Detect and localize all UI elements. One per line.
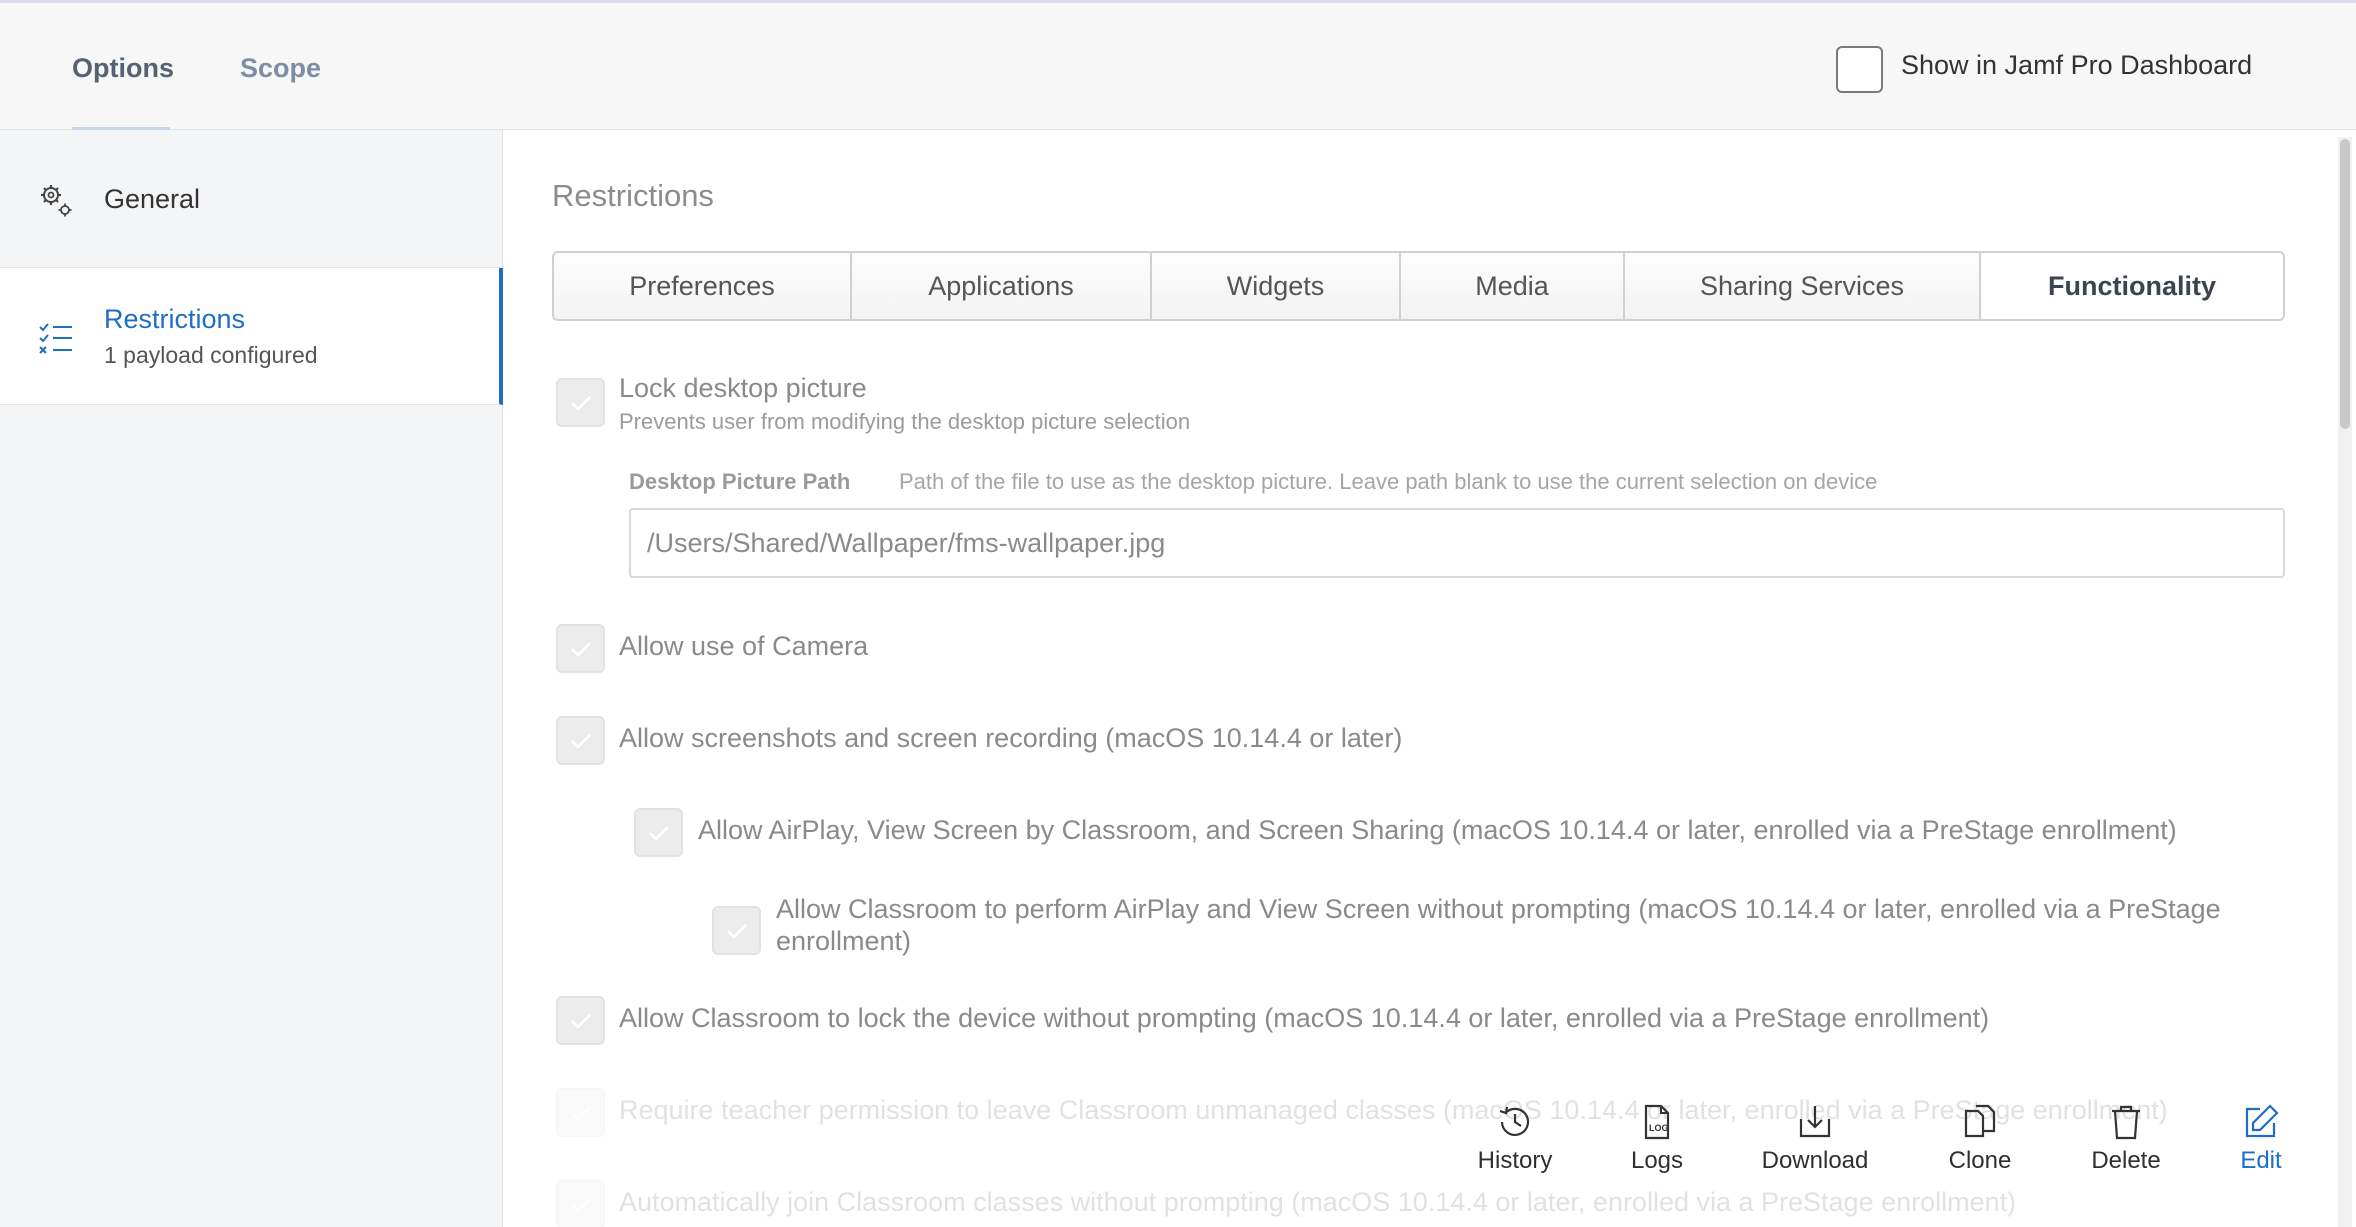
sidebar-item-general[interactable]: General: [0, 130, 503, 268]
auto-join-checkbox[interactable]: [556, 1180, 605, 1227]
edit-label: Edit: [2240, 1147, 2282, 1174]
classroom-airplay-label: Allow Classroom to perform AirPlay and V…: [776, 894, 2221, 956]
download-icon: [1799, 1106, 1831, 1138]
gear-icon: [41, 185, 72, 217]
sidebar-item-label: Restrictions: [104, 304, 246, 334]
download-button[interactable]: Download: [1750, 1103, 1880, 1175]
tab-media[interactable]: Media: [1401, 253, 1625, 319]
checkmark-icon: [649, 826, 669, 841]
auto-join-label: Automatically join Classroom classes wit…: [619, 1187, 2017, 1217]
tab-applications[interactable]: Applications: [852, 253, 1152, 319]
screenshots-label: Allow screenshots and screen recording (…: [619, 723, 1403, 753]
tab-sharing-services[interactable]: Sharing Services: [1625, 253, 1981, 319]
delete-button[interactable]: Delete: [2061, 1103, 2191, 1175]
section-title: Restrictions: [552, 178, 714, 213]
checkmark-icon: [727, 924, 747, 939]
logs-label: Logs: [1630, 1147, 1684, 1174]
clone-icon: [1964, 1104, 1996, 1138]
show-in-dashboard-label: Show in Jamf Pro Dashboard: [1901, 50, 2253, 80]
sidebar-item-label: General: [104, 184, 201, 214]
desktop-path-input[interactable]: [629, 508, 2285, 578]
checkmark-icon: [571, 1198, 591, 1213]
logs-icon: LOG: [1644, 1104, 1670, 1140]
checklist-icon: [39, 323, 72, 354]
checkmark-icon: [571, 1106, 591, 1121]
airplay-label: Allow AirPlay, View Screen by Classroom,…: [698, 815, 2177, 845]
history-button[interactable]: History: [1450, 1103, 1580, 1175]
lock-desktop-label: Lock desktop picture: [619, 373, 867, 403]
clone-button[interactable]: Clone: [1915, 1103, 2045, 1175]
checkmark-icon: [571, 1014, 591, 1029]
classroom-lock-checkbox[interactable]: [556, 996, 605, 1045]
desktop-path-description: Path of the file to use as the desktop p…: [899, 469, 1878, 494]
checkmark-icon: [571, 734, 591, 749]
payload-sidebar: General Restrictions 1 payload configure…: [0, 130, 503, 1227]
edit-button[interactable]: Edit: [2196, 1103, 2326, 1175]
camera-label: Allow use of Camera: [619, 631, 869, 661]
history-icon: [1499, 1106, 1530, 1136]
tab-functionality[interactable]: Functionality: [1981, 253, 2283, 319]
checkmark-icon: [571, 642, 591, 657]
classroom-lock-label: Allow Classroom to lock the device witho…: [619, 1003, 1990, 1033]
tab-widgets[interactable]: Widgets: [1152, 253, 1401, 319]
show-in-dashboard-checkbox[interactable]: [1836, 46, 1883, 93]
lock-desktop-description: Prevents user from modifying the desktop…: [619, 409, 1191, 434]
top-tab-bar: Options Scope Show in Jamf Pro Dashboard: [0, 0, 2356, 131]
trash-icon: [2112, 1105, 2140, 1140]
logs-button[interactable]: LOG Logs: [1592, 1103, 1722, 1175]
sidebar-item-sublabel: 1 payload configured: [104, 342, 318, 368]
tab-preferences[interactable]: Preferences: [554, 253, 852, 319]
svg-text:LOG: LOG: [1649, 1123, 1669, 1133]
clone-label: Clone: [1948, 1147, 2012, 1174]
history-label: History: [1477, 1147, 1553, 1174]
delete-label: Delete: [2091, 1147, 2161, 1174]
screenshots-checkbox[interactable]: [556, 716, 605, 765]
camera-checkbox[interactable]: [556, 624, 605, 673]
teacher-permission-checkbox[interactable]: [556, 1088, 605, 1137]
checkmark-icon: [571, 396, 591, 411]
desktop-path-title: Desktop Picture Path: [629, 469, 851, 494]
main-scrollbar-thumb[interactable]: [2340, 139, 2350, 429]
tab-scope[interactable]: Scope: [240, 53, 321, 84]
airplay-checkbox[interactable]: [634, 808, 683, 857]
payload-main: Restrictions Preferences Applications Wi…: [504, 130, 2356, 1227]
download-label: Download: [1761, 1147, 1869, 1174]
lock-desktop-checkbox[interactable]: [556, 378, 605, 427]
classroom-airplay-checkbox[interactable]: [712, 906, 761, 955]
tab-options[interactable]: Options: [72, 53, 174, 84]
edit-icon: [2245, 1104, 2279, 1138]
sidebar-item-restrictions[interactable]: Restrictions 1 payload configured: [0, 268, 503, 405]
restrictions-tabs: Preferences Applications Widgets Media S…: [552, 251, 2285, 321]
